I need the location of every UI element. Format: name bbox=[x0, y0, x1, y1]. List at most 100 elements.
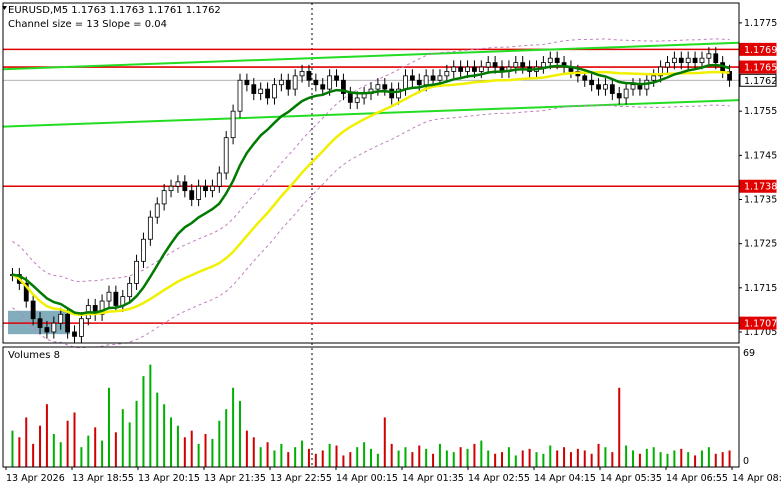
price-label-text: 1.1762 bbox=[744, 76, 777, 87]
candle-body bbox=[492, 62, 498, 68]
candle-body bbox=[465, 66, 470, 72]
x-tick-label: 14 Apr 06:55 bbox=[666, 473, 728, 484]
y-tick-label: 1.1735 bbox=[744, 194, 777, 205]
x-tick-label: 13 Apr 2026 bbox=[6, 473, 65, 484]
candle-body bbox=[437, 75, 443, 81]
candle-body bbox=[403, 75, 408, 90]
candle-body bbox=[168, 185, 174, 192]
candle-body bbox=[651, 75, 657, 81]
candle-body bbox=[706, 53, 712, 59]
candle-body bbox=[44, 327, 50, 333]
candle-body bbox=[313, 79, 319, 86]
candle-body bbox=[671, 57, 677, 64]
candle-body bbox=[251, 84, 257, 94]
x-tick-label: 14 Apr 05:35 bbox=[600, 473, 662, 484]
candle-body bbox=[582, 75, 588, 81]
candle-body bbox=[609, 84, 615, 94]
candle-body bbox=[416, 79, 422, 86]
chart-header-symbol: EURUSD,M5 1.1763 1.1763 1.1761 1.1762 bbox=[8, 5, 221, 16]
candle-body bbox=[451, 66, 457, 72]
x-tick-label: 13 Apr 18:55 bbox=[72, 473, 134, 484]
candle-body bbox=[485, 62, 491, 68]
candle-body bbox=[113, 291, 119, 306]
volume-axis-zero: 0 bbox=[743, 456, 749, 467]
candle-body bbox=[161, 190, 167, 205]
candle-body bbox=[306, 71, 312, 81]
x-tick-label: 13 Apr 20:15 bbox=[138, 473, 200, 484]
volume-axis-max: 69 bbox=[743, 348, 755, 359]
candle-body bbox=[272, 84, 277, 99]
y-tick-label: 1.1775 bbox=[744, 18, 777, 29]
candle-body bbox=[623, 88, 629, 99]
candle-body bbox=[65, 313, 71, 333]
y-tick-label: 1.1715 bbox=[744, 283, 777, 294]
candle-body bbox=[458, 66, 464, 72]
candle-body bbox=[237, 79, 243, 112]
x-tick-label: 14 Apr 02:55 bbox=[468, 473, 530, 484]
candle-body bbox=[713, 53, 719, 64]
candle-body bbox=[127, 282, 133, 298]
candle-body bbox=[389, 88, 395, 99]
candle-body bbox=[230, 110, 236, 139]
candle-body bbox=[375, 84, 381, 90]
price-label-text: 1.1738 bbox=[744, 182, 777, 193]
chart-header-channel: Channel size = 13 Slope = 0.04 bbox=[8, 19, 167, 30]
x-tick-label: 14 Apr 01:35 bbox=[402, 473, 464, 484]
candle-body bbox=[182, 181, 188, 192]
x-tick-label: 13 Apr 22:55 bbox=[270, 473, 332, 484]
candle-body bbox=[444, 71, 450, 77]
candle-body bbox=[547, 57, 553, 64]
candle-body bbox=[430, 75, 436, 81]
y-tick-label: 1.1725 bbox=[744, 239, 777, 250]
eurusd-m5-chart[interactable]: 1.1775 1.1765 1.1755 1.1745 1.1735 1.1725 1.17… bbox=[0, 0, 781, 489]
candle-body bbox=[423, 75, 429, 86]
candle-body bbox=[210, 185, 215, 192]
candle-body bbox=[216, 172, 222, 187]
candle-body bbox=[409, 75, 415, 81]
candle-body bbox=[513, 62, 519, 68]
candle-body bbox=[278, 79, 284, 86]
candle-body bbox=[299, 71, 305, 77]
candle-body bbox=[196, 185, 202, 200]
candle-body bbox=[334, 75, 339, 81]
candle-body bbox=[630, 84, 636, 90]
candle-body bbox=[678, 57, 684, 64]
candle-body bbox=[203, 185, 208, 192]
candle-body bbox=[520, 62, 526, 68]
candle-body bbox=[175, 181, 181, 187]
x-tick-label: 13 Apr 21:35 bbox=[204, 473, 266, 484]
y-tick-label: 1.1745 bbox=[744, 150, 777, 161]
candle-body bbox=[554, 57, 560, 64]
candle-body bbox=[320, 84, 326, 90]
candle-body bbox=[665, 62, 670, 68]
volume-panel-title: Volumes 8 bbox=[8, 350, 60, 361]
price-label-text: 1.1765 bbox=[744, 63, 777, 74]
candle-body bbox=[478, 66, 484, 72]
candle-body bbox=[589, 79, 595, 86]
price-label-text: 1.1769 bbox=[744, 45, 777, 56]
candle-body bbox=[30, 300, 36, 320]
candle-body bbox=[72, 331, 77, 337]
candle-body bbox=[106, 291, 112, 302]
candle-body bbox=[79, 318, 84, 337]
candle-body bbox=[603, 84, 608, 90]
candle-body bbox=[596, 84, 601, 90]
candle-body bbox=[189, 190, 195, 200]
candle-body bbox=[382, 84, 388, 90]
candle-body bbox=[327, 75, 333, 90]
candle-body bbox=[37, 318, 43, 328]
candle-body bbox=[141, 238, 146, 262]
candle-body bbox=[154, 203, 160, 218]
candle-body bbox=[134, 260, 139, 284]
candle-body bbox=[685, 57, 691, 64]
candle-body bbox=[472, 66, 477, 72]
candle-body bbox=[292, 75, 298, 90]
candle-body bbox=[223, 137, 229, 174]
candle-body bbox=[265, 88, 270, 99]
candle-body bbox=[58, 313, 64, 324]
candle-body bbox=[540, 62, 546, 68]
candle-body bbox=[354, 97, 360, 103]
x-tick-label: 14 Apr 04:15 bbox=[534, 473, 596, 484]
candle-body bbox=[258, 88, 264, 94]
y-tick-label: 1.1755 bbox=[744, 106, 777, 117]
